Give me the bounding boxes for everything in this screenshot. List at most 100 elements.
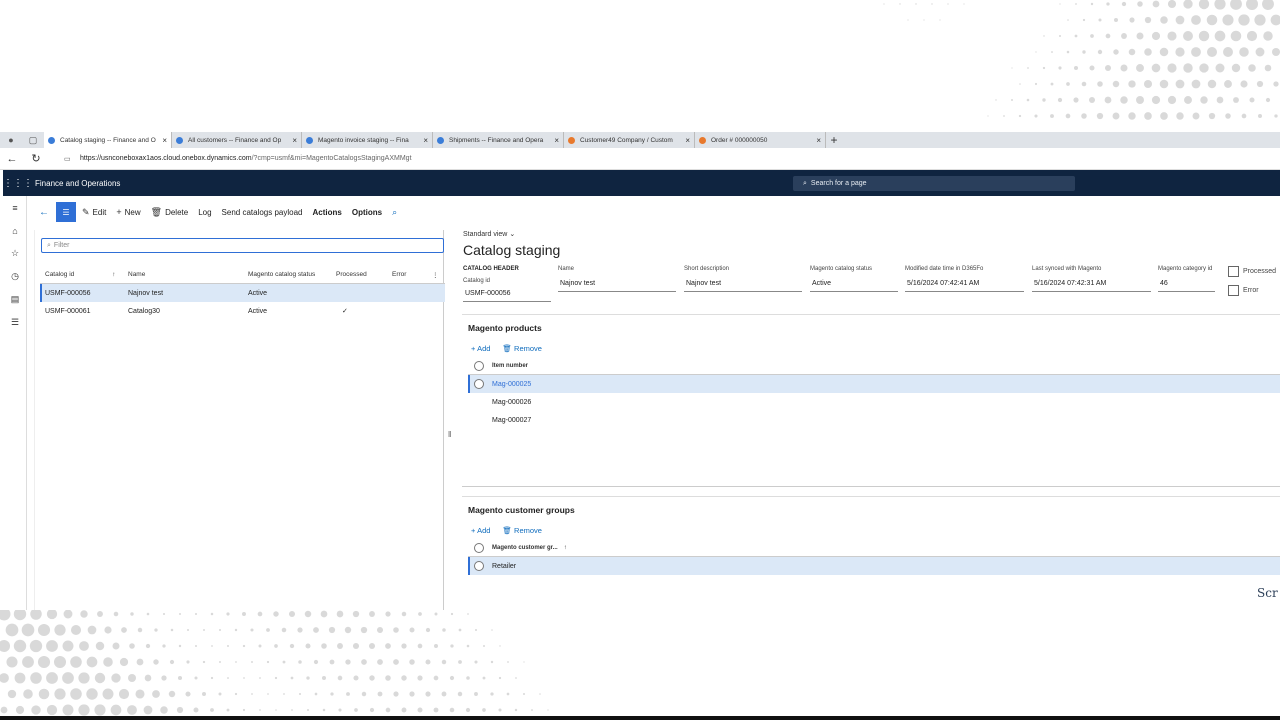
catalog-grid: Catalog id ↑ Name Magento catalog status … — [40, 266, 445, 320]
magento-customer-groups-section: Magento customer groups + Add 🗑 Remove M… — [462, 496, 1280, 610]
back-arrow-icon[interactable]: ← — [0, 153, 24, 165]
table-row[interactable]: USMF-000061 Catalog30 Active ✓ — [40, 302, 445, 320]
workspaces-icon[interactable]: ▤ — [3, 288, 27, 311]
page-info-icon[interactable]: ▭ — [64, 155, 76, 163]
browser-tab-order[interactable]: Order # 000000050 × — [695, 132, 826, 148]
close-icon[interactable]: × — [423, 136, 428, 145]
home-icon[interactable]: ⌂ — [3, 219, 27, 242]
hamburger-menu-icon[interactable]: ≡ — [3, 196, 27, 219]
table-row[interactable]: Retailer — [468, 557, 1280, 575]
app-title[interactable]: Finance and Operations — [35, 179, 120, 188]
short-description-field[interactable]: Najnov test — [684, 280, 802, 292]
grid-header: Catalog id ↑ Name Magento catalog status … — [40, 266, 445, 284]
browser-tab-customer[interactable]: Customer49 Company / Custom × — [564, 132, 695, 148]
column-header-customer-group[interactable]: Magento customer gr... — [492, 545, 558, 551]
row-select-radio[interactable] — [474, 379, 484, 389]
close-icon[interactable]: × — [554, 136, 559, 145]
close-icon[interactable]: × — [816, 136, 821, 145]
browser-tab-catalog-staging[interactable]: Catalog staging -- Finance and O × — [44, 132, 172, 148]
more-options-icon[interactable]: ⋮ — [432, 271, 445, 279]
last-synced-field[interactable]: 5/16/2024 07:42:31 AM — [1032, 280, 1151, 292]
view-selector[interactable]: Standard view ⌄ — [463, 230, 515, 238]
taskbar-edge — [0, 716, 1280, 720]
workspaces-icon[interactable]: ▢ — [22, 132, 44, 148]
url-field[interactable]: https://usnconeboxax1aos.cloud.onebox.dy… — [80, 155, 412, 162]
search-icon: ⌕ — [47, 241, 51, 249]
filter-input[interactable]: ⌕ Filter — [41, 238, 444, 253]
browser-tab-all-customers[interactable]: All customers -- Finance and Op × — [172, 132, 302, 148]
add-group-button[interactable]: + Add — [471, 526, 490, 535]
edit-button[interactable]: ✎ Edit — [82, 207, 106, 218]
profile-icon[interactable]: ● — [0, 132, 22, 148]
dotted-background-bottom — [0, 610, 1280, 720]
new-button[interactable]: + New — [116, 207, 140, 217]
magento-catalog-status-field[interactable]: Active — [810, 280, 898, 292]
left-navigation: ≡ ⌂ ☆ ◷ ▤ ☰ — [3, 196, 27, 610]
action-pane: ← ☰ ✎ Edit + New 🗑 Delete Log Send catalogs… — [34, 200, 1280, 224]
column-header-processed[interactable]: Processed — [336, 271, 392, 278]
detail-pane: Standard view ⌄ Catalog staging CATALOG … — [456, 228, 1280, 610]
select-all-radio[interactable] — [474, 360, 484, 371]
magento-icon — [568, 136, 575, 144]
dotted-background-top — [0, 0, 1280, 132]
list-view-toggle-button[interactable]: ☰ — [56, 202, 76, 222]
magento-category-id-label: Magento category id — [1158, 266, 1213, 272]
column-header-status[interactable]: Magento catalog status — [248, 271, 336, 278]
row-select-radio[interactable] — [474, 561, 484, 571]
remove-product-button[interactable]: 🗑 Remove — [502, 344, 542, 353]
processed-checkbox[interactable] — [1228, 266, 1239, 277]
delete-button[interactable]: 🗑 Delete — [151, 207, 189, 218]
trash-icon: 🗑 — [150, 206, 163, 217]
dynamics-icon — [306, 136, 313, 144]
browser-tab-shipments[interactable]: Shipments -- Finance and Opera × — [433, 132, 564, 148]
search-icon[interactable]: ⌕ — [392, 207, 397, 218]
send-catalogs-payload-button[interactable]: Send catalogs payload — [222, 208, 303, 217]
error-checkbox[interactable] — [1228, 285, 1239, 296]
chevron-down-icon: ⌄ — [509, 231, 516, 238]
actions-tab[interactable]: Actions — [313, 208, 342, 217]
search-input[interactable]: ⌕ Search for a page — [793, 176, 1075, 191]
options-tab[interactable]: Options — [352, 208, 382, 217]
catalog-list-pane: ⌕ Filter Catalog id ↑ Name Magento catalo… — [34, 230, 445, 610]
catalog-header-label: CATALOG HEADER — [463, 266, 519, 272]
catalog-id-field[interactable]: USMF-000056 — [463, 290, 551, 302]
select-all-radio[interactable] — [474, 542, 484, 553]
browser-tab-invoice-staging[interactable]: Magento invoice staging -- Fina × — [302, 132, 433, 148]
products-toolbar: + Add 🗑 Remove — [471, 344, 542, 353]
close-icon[interactable]: × — [685, 136, 690, 145]
table-row[interactable]: Mag-000025 — [468, 375, 1280, 393]
name-field[interactable]: Najnov test — [558, 280, 676, 292]
column-header-error[interactable]: Error — [392, 271, 432, 278]
column-header-catalog-id[interactable]: Catalog id ↑ — [40, 271, 128, 278]
new-tab-button[interactable]: + — [826, 133, 842, 147]
column-header-item-number[interactable]: Item number — [492, 363, 528, 369]
page-title: Catalog staging — [463, 242, 561, 258]
magento-category-id-field[interactable]: 46 — [1158, 280, 1215, 292]
modified-datetime-label: Modified date time in D365Fo — [905, 266, 984, 272]
checkmark-icon: ✓ — [342, 308, 348, 315]
column-header-name[interactable]: Name — [128, 271, 248, 278]
magento-products-section: Magento products + Add 🗑 Remove Item num… — [462, 314, 1280, 424]
table-row[interactable]: Mag-000026 — [468, 393, 1280, 411]
favorites-star-icon[interactable]: ☆ — [3, 242, 27, 265]
pane-splitter[interactable]: ‖ — [448, 430, 452, 440]
recent-clock-icon[interactable]: ◷ — [3, 265, 27, 288]
overlay-text: Scr — [1257, 586, 1278, 600]
modules-list-icon[interactable]: ☰ — [3, 311, 27, 334]
sort-ascending-icon: ↑ — [112, 271, 116, 278]
refresh-icon[interactable]: ↻ — [24, 152, 48, 165]
close-icon[interactable]: × — [162, 136, 167, 145]
modified-datetime-field[interactable]: 5/16/2024 07:42:41 AM — [905, 280, 1024, 292]
table-row[interactable]: Mag-000027 — [468, 411, 1280, 429]
app-launcher-icon[interactable]: ⋮⋮⋮ — [3, 178, 33, 189]
grid-header: Item number — [468, 357, 1280, 375]
dynamics-icon — [437, 136, 444, 144]
remove-group-button[interactable]: 🗑 Remove — [502, 526, 542, 535]
close-icon[interactable]: × — [292, 136, 297, 145]
add-product-button[interactable]: + Add — [471, 344, 490, 353]
magento-icon — [699, 136, 706, 144]
back-arrow-icon[interactable]: ← — [34, 207, 54, 218]
table-row[interactable]: USMF-000056 Najnov test Active — [40, 284, 445, 302]
log-button[interactable]: Log — [198, 208, 211, 217]
error-label: Error — [1243, 287, 1259, 294]
